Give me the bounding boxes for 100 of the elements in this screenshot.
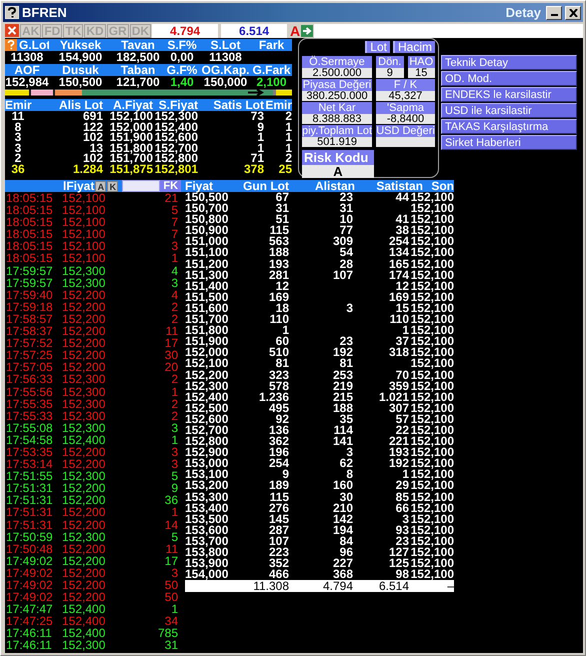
- field-value: 380.250.000: [302, 91, 372, 101]
- field-label: Dön.: [376, 56, 404, 68]
- table-cell-text: 152,100: [410, 480, 454, 492]
- time-cell-text: 17:59:57: [5, 264, 54, 277]
- column-header: Taban: [112, 64, 164, 76]
- table-cell-text: 1: [284, 132, 292, 143]
- value-cell-text: 0,00: [169, 51, 195, 64]
- price-cell-text: 152,200: [62, 349, 106, 362]
- filter-button[interactable]: K: [107, 180, 118, 192]
- column-header: G.Fark: [251, 64, 292, 76]
- table-cell-text: 11: [10, 111, 26, 122]
- time-cell-text: 18:05:15: [5, 240, 54, 252]
- table-cell-text: 510: [268, 347, 289, 358]
- table-cell-text: 18: [276, 302, 289, 314]
- table-cell-text: 152,100: [410, 214, 454, 226]
- window-title: BFREN: [22, 5, 67, 20]
- table-cell-text: 152,100: [410, 325, 454, 336]
- table-cell-text: 70: [394, 370, 409, 381]
- menu-button[interactable]: Sirket Haberleri: [441, 135, 577, 150]
- table-cell-text: 152,100: [410, 192, 454, 204]
- menu-button[interactable]: ENDEKS le karsilastir: [441, 87, 577, 102]
- lot-cell-text: 2: [170, 398, 178, 410]
- filter-button[interactable]: A: [95, 180, 106, 192]
- menu-button[interactable]: OD. Mod.: [441, 71, 577, 86]
- menu-button[interactable]: TAKAS Karşılaştırma: [441, 119, 577, 134]
- time-cell-text: 17:54:58: [5, 434, 54, 446]
- value-cell-text: 11308: [10, 51, 44, 64]
- lot-cell-text: 20: [164, 361, 178, 374]
- table-cell-text: 368: [332, 569, 353, 580]
- table-cell-text: 152,100: [410, 358, 454, 370]
- table-cell-text: 152,100: [410, 302, 454, 314]
- toggle-button[interactable]: Hacim: [392, 41, 435, 53]
- field-value: 501.919: [302, 137, 372, 147]
- total-cell-text: 4.794: [322, 580, 353, 592]
- table-cell-text: 15: [396, 302, 409, 314]
- price-cell-text: 152,200: [62, 325, 106, 338]
- price-cell-text: 152,300: [62, 530, 106, 543]
- table-cell-text: 54: [340, 247, 353, 259]
- close-button[interactable]: [565, 6, 581, 20]
- table-cell: 154,000: [185, 569, 229, 580]
- value-cell-text: 11308: [208, 51, 243, 64]
- table-cell-text: 152,100: [410, 203, 454, 214]
- table-cell: 152,700: [185, 424, 229, 436]
- menu-button[interactable]: Teknik Detay: [441, 55, 577, 70]
- field-value: 2.500.000: [302, 68, 372, 78]
- table-cell-text: 125: [388, 558, 409, 570]
- lot-cell-text: 7: [170, 216, 178, 228]
- time-cell-text: 17:58:37: [5, 325, 54, 338]
- table-cell: 151,200: [185, 258, 229, 270]
- menu-button[interactable]: USD ile karsilastir: [441, 103, 577, 118]
- table-cell-text: 57: [396, 414, 409, 425]
- toggle-button[interactable]: Lot: [365, 41, 390, 53]
- table-cell-text: 152,100: [410, 424, 454, 436]
- table-cell-text: 152,100: [410, 347, 454, 358]
- time-cell-text: 17:59:40: [5, 288, 54, 301]
- lot-cell-text: 50: [164, 591, 178, 604]
- table-cell-text: 60: [276, 336, 289, 348]
- price-cell-text: 152,300: [62, 470, 106, 482]
- column-header: Dusuk: [49, 64, 112, 76]
- price-cell-text: 152,200: [62, 494, 106, 506]
- table-cell-text: 152,100: [410, 402, 454, 414]
- column-header: Alis Lot: [58, 99, 103, 111]
- table-cell-text: 152,100: [410, 536, 454, 547]
- table-cell-text: 254: [268, 458, 289, 470]
- lot-cell-text: 1: [170, 252, 178, 265]
- arrow-icon[interactable]: [301, 24, 314, 36]
- time-cell-text: 17:51:55: [5, 470, 54, 482]
- table-cell-text: 152,100: [410, 258, 454, 270]
- table-cell-text: 152,100: [410, 380, 454, 392]
- table-cell-text: 253: [332, 370, 353, 381]
- flag-label: A: [290, 22, 300, 38]
- price-cell-text: 152,100: [62, 252, 106, 265]
- table-cell-text: 85: [394, 492, 409, 503]
- time-cell-text: 17:53:14: [5, 458, 54, 470]
- time-cell-text: 17:49:02: [5, 566, 54, 579]
- price-cell-text: 152,200: [62, 554, 106, 567]
- table-cell-text: 152,100: [410, 280, 454, 292]
- table-cell-text: 114: [332, 424, 353, 436]
- table-cell: 151,500: [185, 292, 229, 303]
- column-header: G.F%: [164, 64, 200, 76]
- table-cell: 151,800: [185, 325, 229, 336]
- table-cell-text: 254: [388, 236, 409, 248]
- table-cell-text: 193: [268, 258, 289, 270]
- field-label: piy.Toplam Lot: [302, 125, 372, 137]
- lot-cell-text: 34: [164, 615, 178, 628]
- input-field[interactable]: [122, 180, 160, 192]
- lot-cell-text: 30: [164, 349, 178, 362]
- help-icon[interactable]: [5, 6, 19, 19]
- close-icon[interactable]: [5, 24, 19, 37]
- table-cell: 151,000: [185, 236, 229, 248]
- table-cell: 152,300: [185, 380, 229, 392]
- buy-total-field: 4.794: [152, 24, 218, 38]
- table-cell-text: 152,800: [154, 153, 198, 164]
- filter-button[interactable]: FK: [160, 180, 182, 192]
- input-field[interactable]: [314, 24, 583, 38]
- minimize-button[interactable]: [546, 6, 562, 20]
- table-cell-text: 23: [396, 536, 409, 547]
- lot-cell-text: 1: [170, 386, 178, 398]
- table-cell-text: 1: [402, 469, 409, 480]
- table-cell: 153,900: [185, 558, 229, 570]
